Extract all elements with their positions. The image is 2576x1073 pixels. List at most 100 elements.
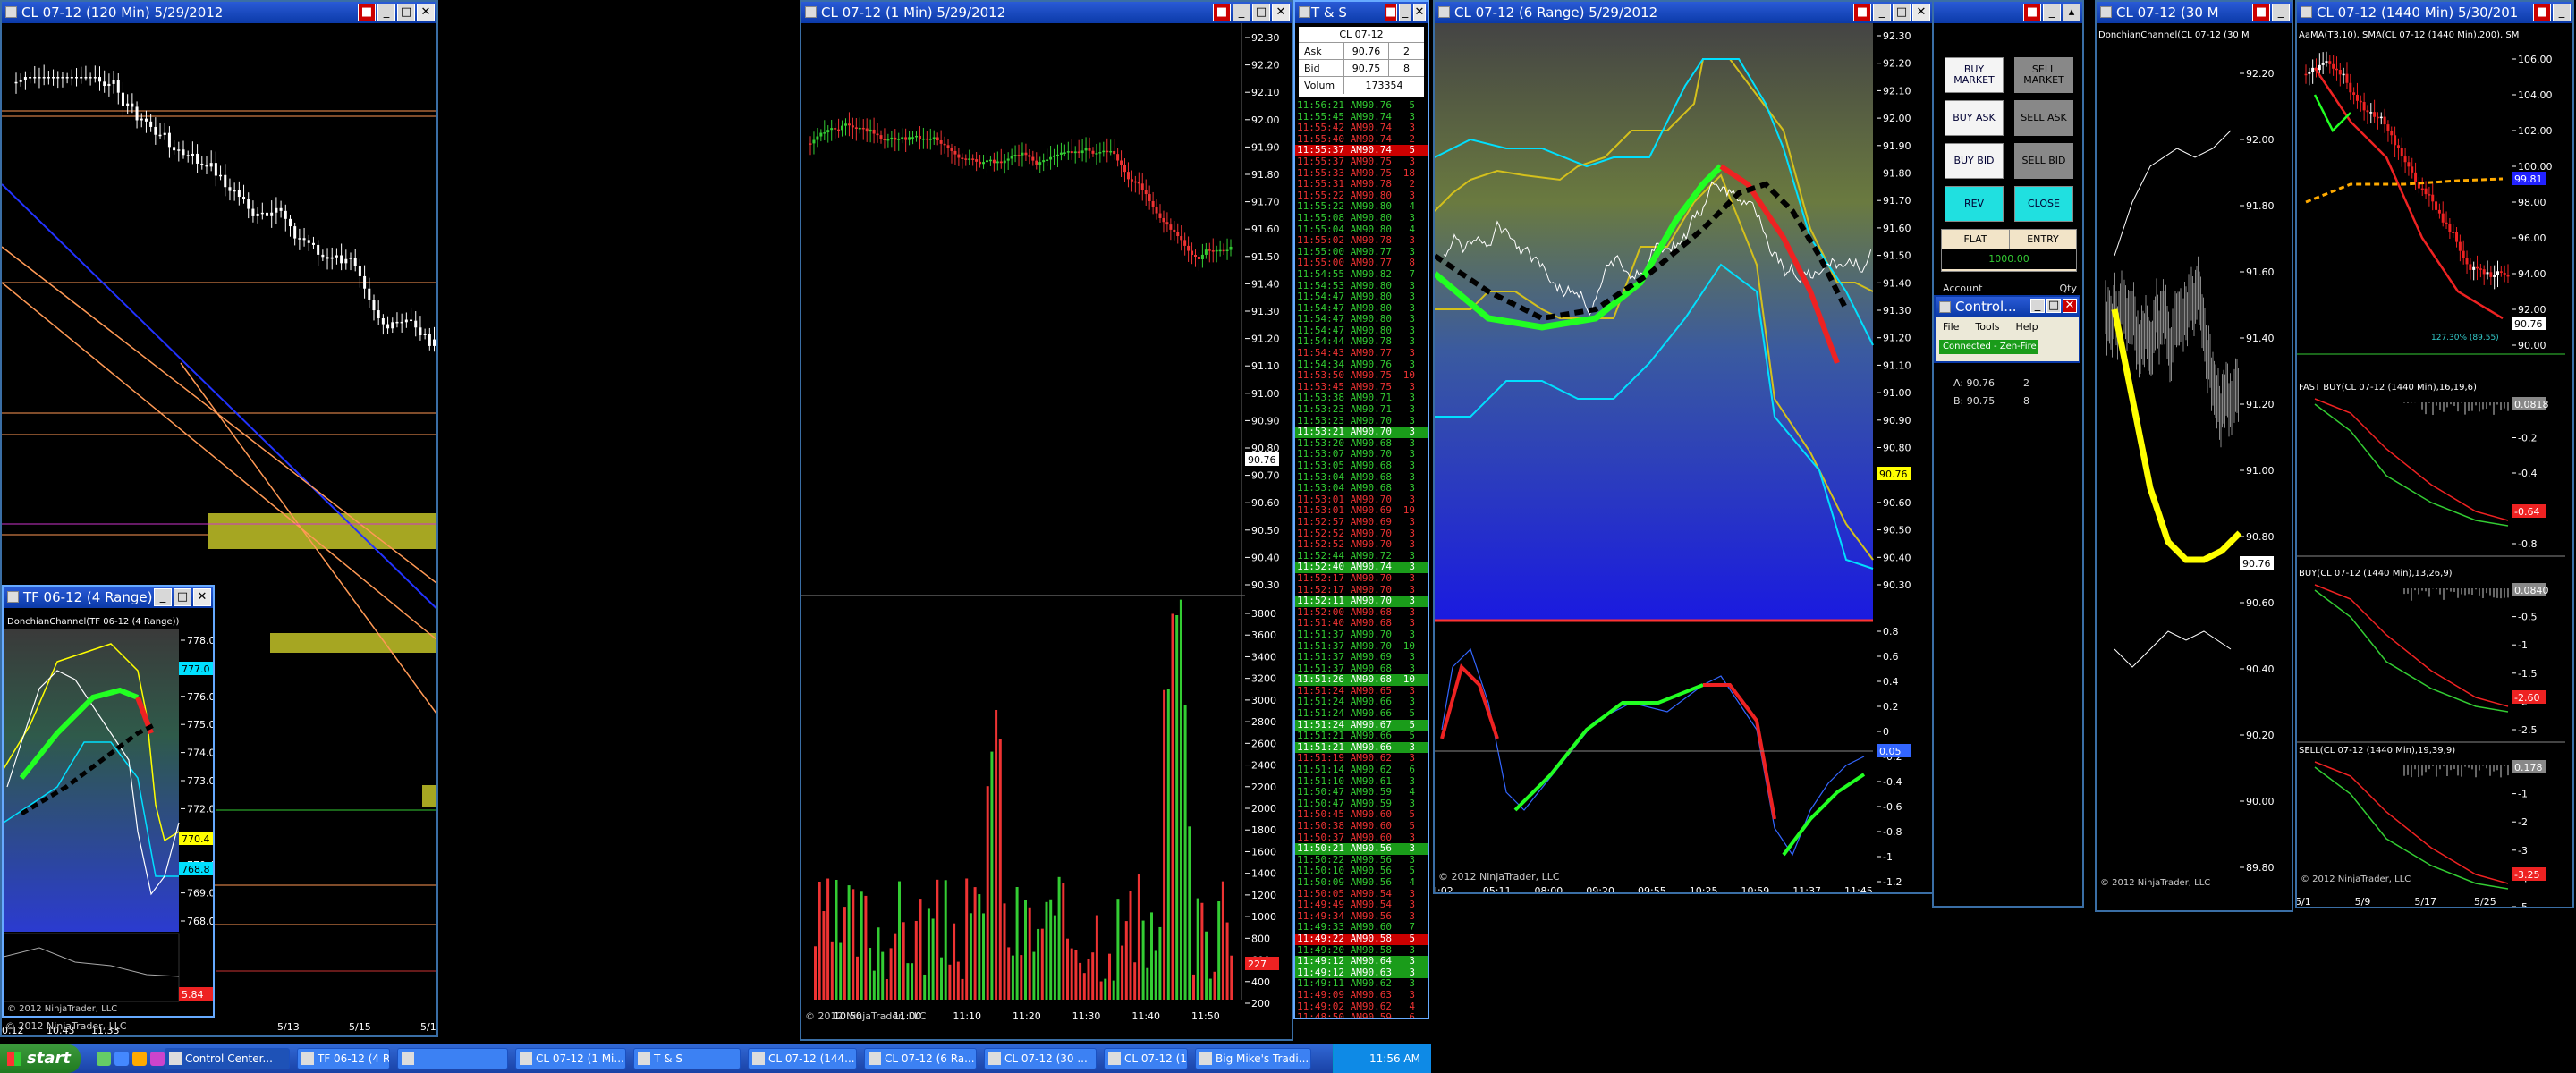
taskbar-item[interactable]: Control Center... [165,1048,290,1069]
price-chart-30min[interactable]: DonchianChannel(CL 07-12 (30 M 92.20 92.00… [2097,23,2292,910]
close-button[interactable]: ✕ [1912,4,1930,21]
minimize-button[interactable]: _ [377,4,395,21]
taskbar-item[interactable]: Big Mike's Tradi... [1195,1048,1311,1069]
quick-launch-icon[interactable] [132,1052,147,1066]
price-marker: 770.4 [182,833,210,845]
minimize-button[interactable]: _ [154,588,172,606]
close-button[interactable]: ✕ [1413,4,1426,21]
menu-tools[interactable]: Tools [1975,318,1999,336]
taskbar-item[interactable]: CL 07-12 (6 Ra... [864,1048,977,1069]
chart-1440min[interactable]: AaMA(T3,10), SMA(CL 07-12 (1440 Min),200… [2297,23,2572,907]
chart-1min[interactable]: 92.30 92.20 92.10 92.00 91.90 91.80 91.70 91.60… [801,23,1292,1039]
window-tf-4range[interactable]: TF 06-12 (4 Range) _ □ ✕ DonchianChannel(T… [2,585,215,1018]
volume-bar [936,879,939,1000]
menu-help[interactable]: Help [2016,318,2038,336]
clock[interactable]: 11:56 AM [1369,1052,1420,1065]
record-button[interactable]: ■ [1853,4,1871,21]
price-indicator-chart-1440min[interactable]: AaMA(T3,10), SMA(CL 07-12 (1440 Min),200… [2297,23,2572,907]
chart-6range[interactable]: 92.30 92.20 92.10 92.00 91.90 91.80 91.70 91.60… [1435,23,1932,892]
minimize-button[interactable]: _ [2553,4,2571,21]
window-title-bar[interactable]: TF 06-12 (4 Range) _ □ ✕ [4,587,213,608]
window-title-bar[interactable]: CL 07-12 (1 Min) 5/29/2012 ■ _ □ ✕ [801,2,1292,23]
window-title-bar[interactable]: CL 07-12 (120 Min) 5/29/2012 ■ _ □ ✕ [2,2,436,23]
window-title-bar[interactable]: CL 07-12 (6 Range) 5/29/2012 ■ _ □ ✕ [1435,2,1932,23]
y-tick-label: 92.00 [1883,113,1911,124]
maximize-button[interactable]: □ [174,588,191,606]
record-button[interactable]: ■ [2533,4,2551,21]
chart-tf-4range[interactable]: DonchianChannel(TF 06-12 (4 Range)) 778.0… [4,608,213,1016]
sell-market-button[interactable]: SELL MARKET [2014,57,2073,93]
window-control-center[interactable]: Control... _ □ ✕ File Tools Help Connected… [1934,295,2080,363]
price-oscillator-chart-6range[interactable]: 92.30 92.20 92.10 92.00 91.90 91.80 91.70 91.60… [1435,23,1932,892]
maximize-button[interactable]: ▴ [2063,4,2080,21]
candle-body [186,155,190,156]
maximize-button[interactable]: □ [397,4,415,21]
taskbar-item[interactable] [397,1048,508,1069]
taskbar-item[interactable]: T & S [633,1048,741,1069]
window-cl-30min[interactable]: CL 07-12 (30 M ■ _ DonchianChannel(CL 07-… [2095,0,2293,912]
quick-launch-icon[interactable] [150,1052,165,1066]
window-cl-1min[interactable]: CL 07-12 (1 Min) 5/29/2012 ■ _ □ ✕ 92.30 92.… [800,0,1293,1041]
maximize-button[interactable]: □ [2046,299,2061,313]
menu-file[interactable]: File [1943,318,1959,336]
close-button[interactable]: ✕ [1272,4,1290,21]
volume-bar [872,970,876,1000]
sell-bid-button[interactable]: SELL BID [2014,143,2073,179]
candle-body [414,320,418,328]
maximize-button[interactable]: □ [1893,4,1911,21]
trade-price: 90.54 [1361,899,1392,911]
price-volume-chart-1min[interactable]: 92.30 92.20 92.10 92.00 91.90 91.80 91.70 91.60… [801,23,1292,1039]
buy-market-button[interactable]: BUY MARKET [1945,57,2004,93]
indicator-marker: -2.60 [2514,692,2539,704]
sell-ask-button[interactable]: SELL ASK [2014,100,2073,136]
window-title-bar[interactable]: CL 07-12 (1440 Min) 5/30/201 ■ _ [2297,2,2572,23]
candle-body [865,128,869,132]
minimize-button[interactable]: _ [1233,4,1250,21]
record-button[interactable]: ■ [1385,4,1397,21]
maximize-button[interactable]: □ [1252,4,1270,21]
minimize-button[interactable]: _ [1873,4,1891,21]
trade-list[interactable]: 11:56:21 AM 90.76 5 11:55:45 AM 90.74 3 11:55:… [1295,99,1428,1018]
candle-body [953,150,957,155]
window-title-bar[interactable]: T & S ■ _ ✕ [1295,2,1428,23]
price-chart-tf[interactable]: DonchianChannel(TF 06-12 (4 Range)) 778.0… [4,608,213,1016]
window-cl-1440min[interactable]: CL 07-12 (1440 Min) 5/30/201 ■ _ AaMA(T3,… [2295,0,2574,908]
volume-bar [869,947,872,1000]
record-button[interactable]: ■ [2023,4,2041,21]
buy-ask-button[interactable]: BUY ASK [1945,100,2004,136]
quick-launch-icon[interactable] [97,1052,111,1066]
minimize-button[interactable]: _ [1399,4,1411,21]
taskbar-item[interactable]: TF 06-12 (4 R... [297,1048,390,1069]
y-tick-label: -5 [2518,901,2528,907]
window-title-bar[interactable]: CL 07-12 (30 M ■ _ [2097,2,2292,23]
window-time-and-sales[interactable]: T & S ■ _ ✕ CL 07-12 Ask 90.76 2 Bid 90.75 8 V… [1293,0,1429,1019]
minimize-button[interactable]: _ [2043,4,2061,21]
window-title-bar[interactable]: Control... _ □ ✕ [1936,297,2079,317]
trade-row: 11:52:17 AM 90.70 3 [1295,572,1428,585]
taskbar-item[interactable]: CL 07-12 (120 ... [1104,1048,1188,1069]
panel-title-bar[interactable]: ■ _ ▴ [1934,2,2082,23]
reverse-button[interactable]: REV [1945,186,2004,222]
candle-body [196,153,199,164]
order-entry-panel[interactable]: ■ _ ▴ BUY MARKET SELL MARKET BUY ASK SELL … [1932,0,2084,908]
close-position-button[interactable]: CLOSE [2014,186,2073,222]
minimize-button[interactable]: _ [2030,299,2045,313]
close-button[interactable]: ✕ [2063,299,2077,313]
record-button[interactable]: ■ [1213,4,1231,21]
taskbar-item[interactable]: CL 07-12 (30 ... [984,1048,1097,1069]
close-button[interactable]: ✕ [417,4,435,21]
chart-30min[interactable]: DonchianChannel(CL 07-12 (30 M 92.20 92.00… [2097,23,2292,910]
y-tick-label: 400 [1251,976,1270,988]
quick-launch-icon[interactable] [114,1052,129,1066]
candle-body [65,77,69,79]
taskbar-item[interactable]: CL 07-12 (1 Mi... [515,1048,626,1069]
window-cl-6range[interactable]: CL 07-12 (6 Range) 5/29/2012 ■ _ □ ✕ 92.30 9… [1433,0,1934,894]
buy-bid-button[interactable]: BUY BID [1945,143,2004,179]
record-button[interactable]: ■ [2252,4,2270,21]
taskbar-item[interactable]: CL 07-12 (144... [748,1048,857,1069]
close-button[interactable]: ✕ [193,588,211,606]
minimize-button[interactable]: _ [2272,4,2290,21]
candle-body [224,174,227,188]
record-button[interactable]: ■ [358,4,376,21]
start-button[interactable]: start [0,1044,80,1073]
